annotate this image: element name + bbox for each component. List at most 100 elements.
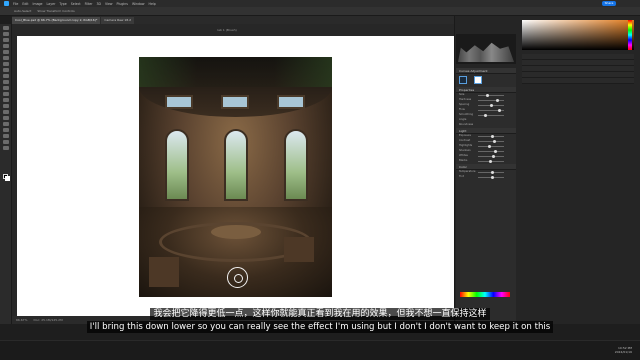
color-picker-field[interactable] (522, 20, 634, 50)
menu-help[interactable]: Help (149, 2, 156, 6)
brush-tool-icon[interactable] (2, 74, 9, 78)
slider-knob[interactable] (498, 109, 501, 112)
panel-row[interactable] (522, 78, 634, 84)
photo-image[interactable] (139, 57, 332, 297)
menu-edit[interactable]: Edit (22, 2, 28, 6)
smoothing-slider[interactable] (478, 114, 504, 117)
temperature-slider[interactable] (478, 171, 504, 174)
tab-camera-raw[interactable]: Camera Raw 18.2 (101, 17, 135, 24)
os-taskbar: 10:52 PM 2024/01/16 (0, 340, 640, 360)
photo-arch-window-center (224, 129, 248, 201)
share-button[interactable]: Share (602, 1, 616, 6)
gradient-tool-icon[interactable] (2, 98, 9, 102)
tab-document[interactable]: Cool_Blue.psd @ 66.7% (Background copy 2… (12, 17, 101, 24)
type-tool-icon[interactable] (2, 122, 9, 126)
shape-tool-icon[interactable] (2, 134, 9, 138)
property-label: Contrast (459, 139, 471, 142)
slider-knob[interactable] (484, 114, 487, 117)
slider-knob[interactable] (491, 135, 494, 138)
menu-file[interactable]: File (13, 2, 18, 6)
brush-cursor-icon (227, 267, 248, 288)
slider-knob[interactable] (486, 94, 489, 97)
path-select-tool-icon[interactable] (2, 128, 9, 132)
blur-tool-icon[interactable] (2, 104, 9, 108)
property-label: Angle (459, 118, 467, 121)
photo-arch-window-right (284, 129, 308, 201)
subtitle-chinese: 我会把它降得更低一点，这样你就能真正看到我在用的效果，但我不想一直保持这样 (150, 308, 490, 320)
property-row-blacks: Blacks (456, 159, 516, 164)
zoom-tool-icon[interactable] (2, 146, 9, 150)
size-slider[interactable] (478, 94, 504, 97)
eyedropper-tool-icon[interactable] (2, 62, 9, 66)
slider-knob[interactable] (488, 145, 491, 148)
menu-plugins[interactable]: Plugins (117, 2, 128, 6)
property-row-roundness: Roundness (456, 123, 516, 128)
mask-thumbnail[interactable] (474, 76, 483, 84)
menu-window[interactable]: Window (132, 2, 145, 6)
photo-window-top-center (221, 95, 249, 109)
histogram-graph (458, 42, 514, 62)
blacks-slider[interactable] (478, 160, 504, 163)
highlights-slider[interactable] (478, 145, 504, 148)
tint-slider[interactable] (478, 176, 504, 179)
lasso-tool-icon[interactable] (2, 38, 9, 42)
whites-slider[interactable] (478, 155, 504, 158)
slider-knob[interactable] (489, 160, 492, 163)
property-label: Tint (459, 175, 464, 178)
quick-select-tool-icon[interactable] (2, 44, 9, 48)
slider-knob[interactable] (492, 155, 495, 158)
slider-knob[interactable] (490, 104, 493, 107)
layer-thumbnail[interactable] (459, 76, 467, 84)
slider-knob[interactable] (496, 99, 499, 102)
spacing-slider[interactable] (478, 104, 504, 107)
slider-knob[interactable] (493, 140, 496, 143)
pen-tool-icon[interactable] (2, 116, 9, 120)
adjustments-panel (522, 54, 634, 84)
hand-tool-icon[interactable] (2, 140, 9, 144)
history-brush-tool-icon[interactable] (2, 86, 9, 90)
background-color-swatch[interactable] (5, 176, 10, 181)
menu-select[interactable]: Select (71, 2, 81, 6)
property-label: Shadows (459, 149, 471, 152)
transform-controls-option[interactable]: Show Transform Controls (37, 9, 74, 13)
taskbar-clock[interactable]: 10:52 PM 2024/01/16 (615, 346, 632, 354)
dodge-tool-icon[interactable] (2, 110, 9, 114)
property-row-tint: Tint (456, 175, 516, 180)
menu-type[interactable]: Type (59, 2, 66, 6)
photo-table (211, 225, 261, 239)
hardness-slider[interactable] (478, 99, 504, 102)
property-label: Highlights (459, 144, 473, 147)
hue-slider[interactable] (628, 20, 632, 50)
clone-stamp-tool-icon[interactable] (2, 80, 9, 84)
menu-layer[interactable]: Layer (47, 2, 56, 6)
menu-image[interactable]: Image (33, 2, 43, 6)
photo-window-top-left (165, 95, 193, 109)
photoshop-logo-icon[interactable] (4, 1, 9, 6)
menu-view[interactable]: View (105, 2, 113, 6)
eraser-tool-icon[interactable] (2, 92, 9, 96)
crop-tool-icon[interactable] (2, 50, 9, 54)
menu-3d[interactable]: 3D (96, 2, 100, 6)
marquee-tool-icon[interactable] (2, 32, 9, 36)
exposure-slider[interactable] (478, 135, 504, 138)
frame-tool-icon[interactable] (2, 56, 9, 60)
slider-knob[interactable] (494, 150, 497, 153)
property-label: Blacks (459, 159, 468, 162)
flow-slider[interactable] (478, 109, 504, 112)
document-tabs: Cool_Blue.psd @ 66.7% (Background copy 2… (12, 16, 454, 24)
hue-gradient-bar[interactable] (460, 292, 510, 297)
contrast-slider[interactable] (478, 140, 504, 143)
property-label: Flow (459, 108, 465, 111)
histogram-panel (456, 34, 516, 64)
properties-panel: Curves Adjustment Properties Size Hardne… (456, 68, 516, 322)
property-label: Roundness (459, 123, 474, 126)
property-label: Temperature (459, 170, 476, 173)
healing-brush-tool-icon[interactable] (2, 68, 9, 72)
slider-knob[interactable] (491, 176, 494, 179)
property-label: Spacing (459, 103, 470, 106)
menu-filter[interactable]: Filter (85, 2, 93, 6)
shadows-slider[interactable] (478, 150, 504, 153)
auto-select-option[interactable]: Auto-Select (14, 9, 31, 13)
document-title: lab 1 (Brush) (217, 28, 237, 32)
slider-knob[interactable] (491, 171, 494, 174)
